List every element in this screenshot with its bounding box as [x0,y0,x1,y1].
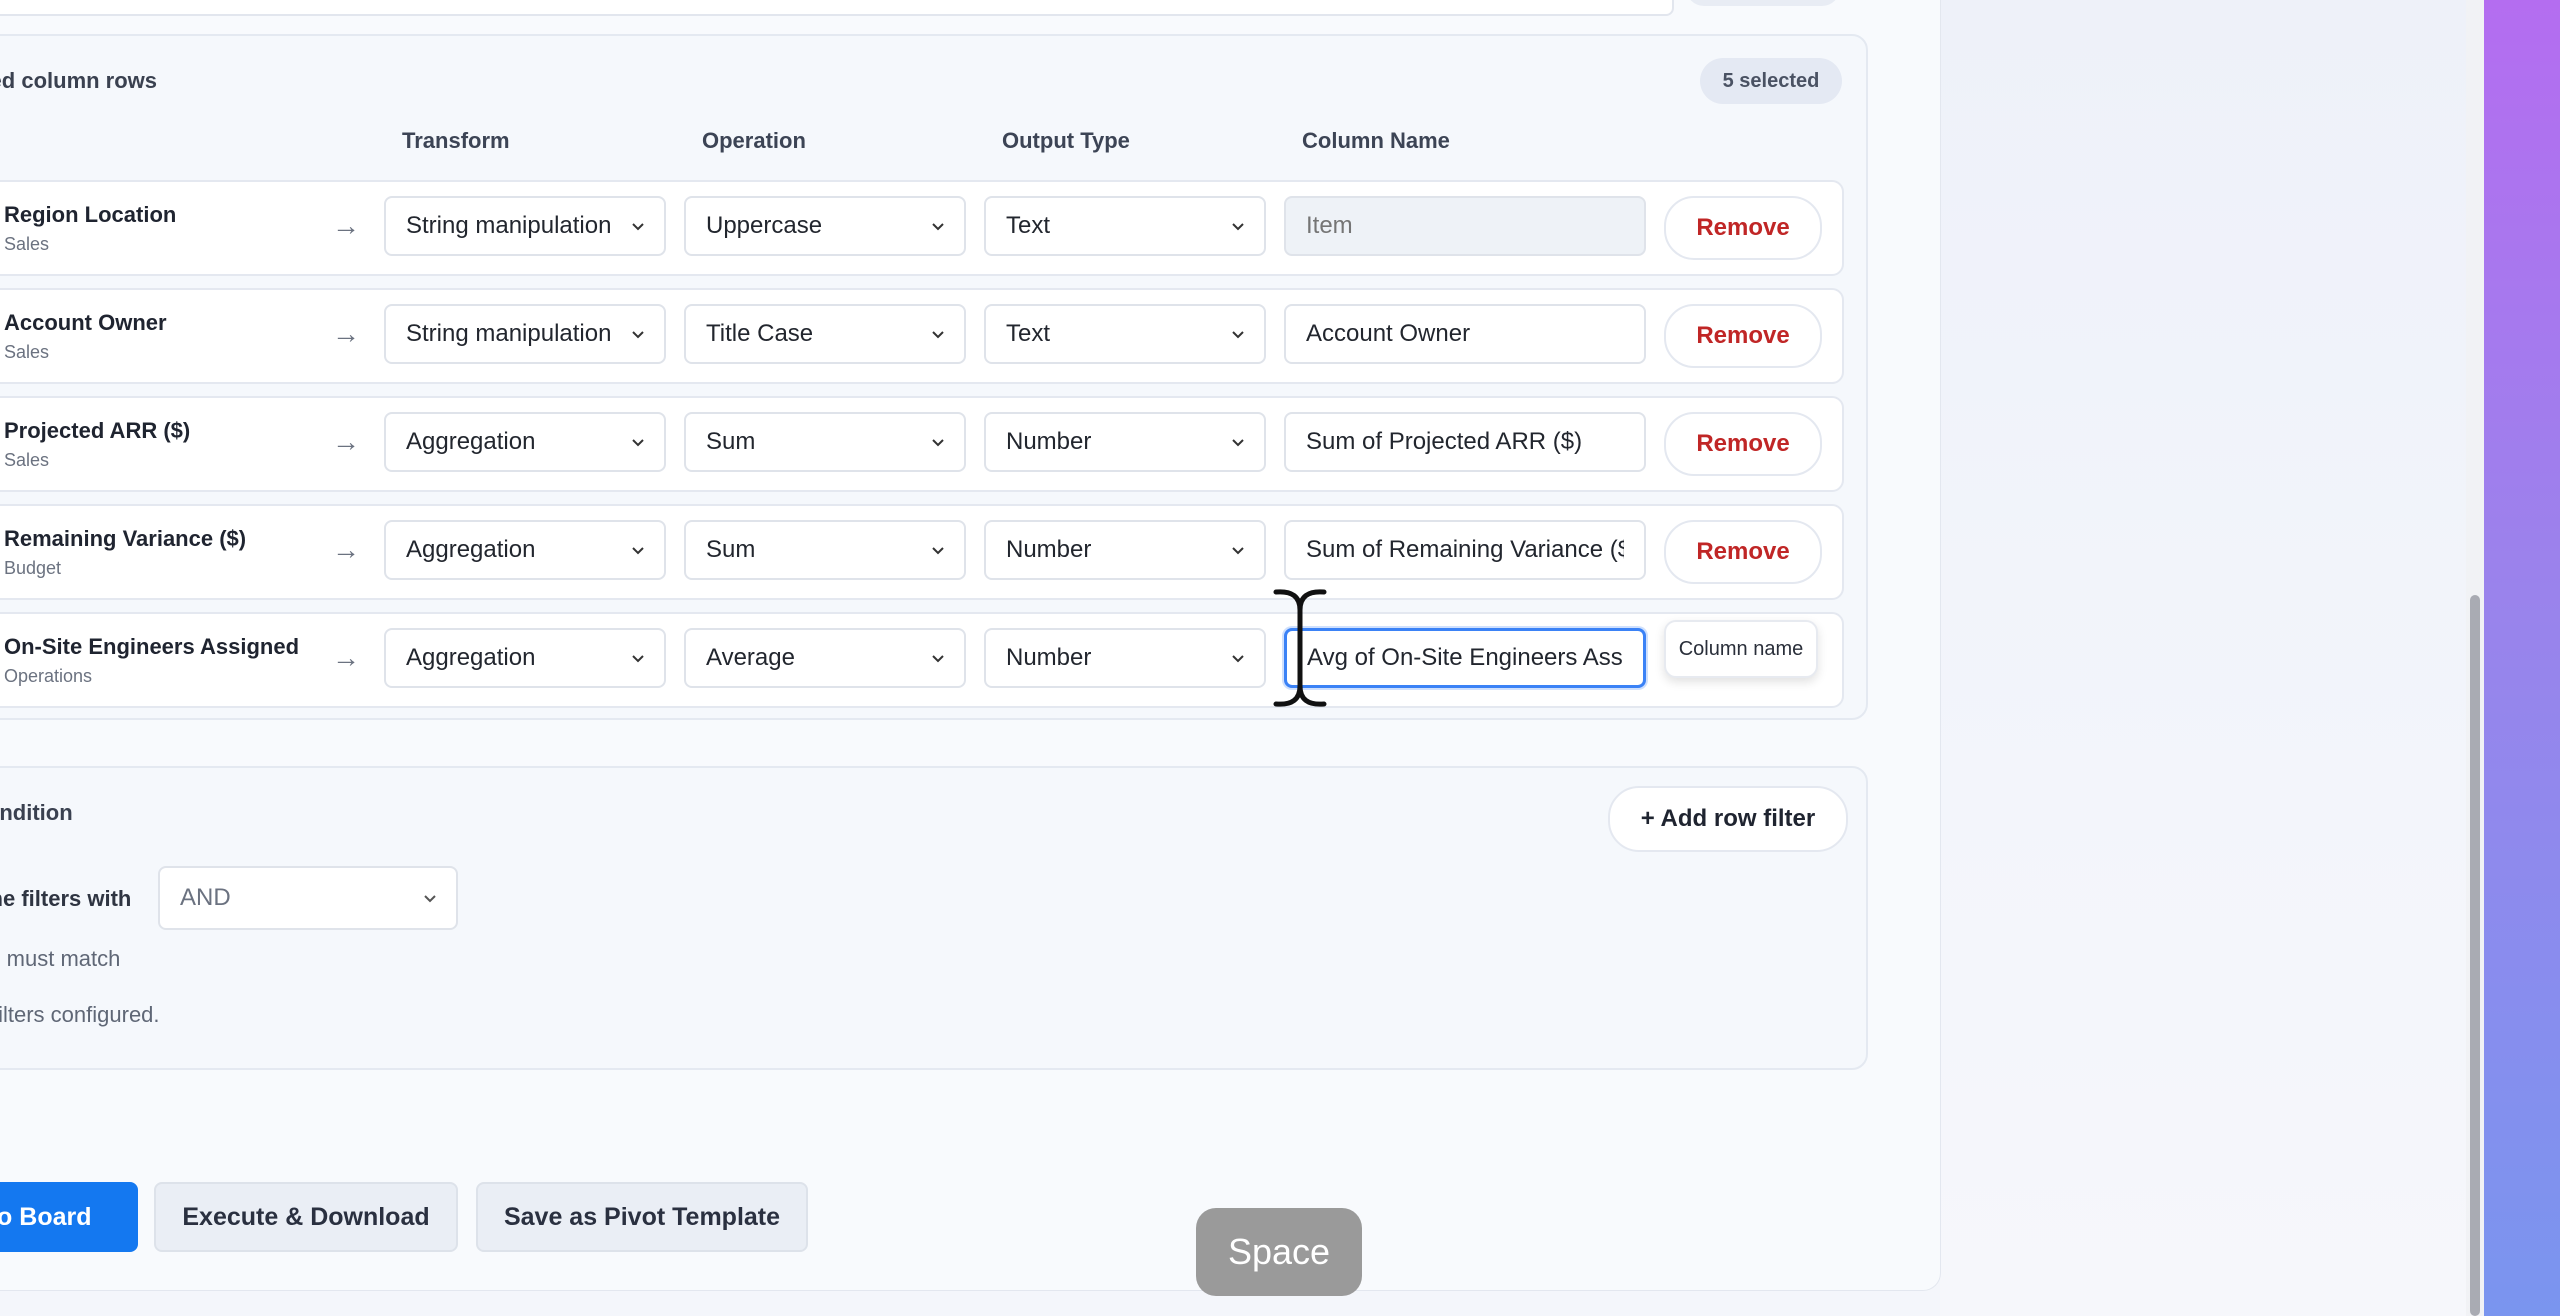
operation-select[interactable]: Sum [684,412,966,472]
chevron-down-icon [632,223,644,231]
combine-filters-label: oine filters with [0,886,132,911]
column-row-on-site-engineers: On-Site Engineers Assigned Operations → … [0,612,1844,708]
text-cursor-icon [1273,589,1327,707]
column-source: Sales [4,342,50,362]
output-type-select[interactable]: Text [984,304,1266,364]
remove-button[interactable]: Remove [1664,412,1822,476]
save-pivot-template-button[interactable]: Save as Pivot Template [476,1182,808,1252]
operation-select[interactable]: Uppercase [684,196,966,256]
add-to-board-button[interactable]: d to Board [0,1182,138,1252]
selected-count-badge: 5 selected [1700,58,1842,104]
arrow-icon: → [332,318,360,349]
column-name-input[interactable] [1284,412,1646,472]
column-name-input[interactable] [1284,304,1646,364]
column-name-input-focused[interactable] [1284,628,1646,688]
header-output-type: Output Type [1002,128,1130,153]
chevron-down-icon [632,655,644,663]
transform-select[interactable]: Aggregation [384,628,666,688]
arrow-icon: → [332,534,360,565]
chevron-down-icon [632,547,644,555]
remove-button[interactable]: Remove [1664,196,1822,260]
chevron-down-icon [632,439,644,447]
column-name-input[interactable] [1284,196,1646,256]
remove-button[interactable]: Remove [1664,520,1822,584]
chevron-down-icon [1232,331,1244,339]
scrollbar-thumb[interactable] [2470,595,2480,1316]
column-label: Projected ARR ($) [4,418,191,443]
chevron-down-icon [1232,547,1244,555]
columns-section-title: cted column rows [0,68,158,93]
execute-download-button[interactable]: Execute & Download [154,1182,458,1252]
filters-must-match-text: ers must match [0,946,121,971]
column-name-input[interactable] [1284,520,1646,580]
operation-select[interactable]: Title Case [684,304,966,364]
column-label: Account Owner [4,310,167,335]
chevron-down-icon [1232,439,1244,447]
chevron-down-icon [932,439,944,447]
arrow-icon: → [332,642,360,673]
column-source: Operations [4,666,93,686]
column-label: Remaining Variance ($) [4,526,247,551]
keypress-indicator: Space [1196,1208,1362,1296]
column-source: Budget [4,558,62,578]
output-type-select[interactable]: Number [984,520,1266,580]
column-row-projected-arr: Projected ARR ($) Sales → Aggregation Su… [0,396,1844,492]
column-row-account-owner: Account Owner Sales → String manipulatio… [0,288,1844,384]
header-operation: Operation [702,128,806,153]
arrow-icon: → [332,210,360,241]
transform-select[interactable]: Aggregation [384,412,666,472]
output-type-select[interactable]: Number [984,628,1266,688]
add-row-filter-button[interactable]: + Add row filter [1608,786,1848,852]
column-row-region-location: Region Location Sales → String manipulat… [0,180,1844,276]
column-label: On-Site Engineers Assigned [4,634,300,659]
column-row-remaining-variance: Remaining Variance ($) Budget → Aggregat… [0,504,1844,600]
chevron-down-icon [932,547,944,555]
transform-select[interactable]: String manipulation [384,196,666,256]
output-type-select[interactable]: Text [984,196,1266,256]
header-transform: Transform [402,128,510,153]
side-background [1940,0,2484,1316]
output-type-select[interactable]: Number [984,412,1266,472]
chevron-down-icon [932,223,944,231]
column-source: Sales [4,234,50,254]
arrow-icon: → [332,426,360,457]
chevron-down-icon [932,331,944,339]
main-panel: cted column rows 5 selected Transform Op… [0,0,1941,1291]
chevron-down-icon [1232,655,1244,663]
column-name-tooltip: Column name [1664,620,1818,678]
condition-section-title: Condition [0,800,73,825]
column-label: Region Location [4,202,177,227]
chevron-down-icon [1232,223,1244,231]
no-filters-text: w filters configured. [0,1002,160,1027]
combine-filters-select[interactable]: AND [158,866,458,930]
top-button[interactable] [1686,0,1840,6]
chevron-down-icon [424,895,436,903]
operation-select[interactable]: Average [684,628,966,688]
chevron-down-icon [932,655,944,663]
transform-select[interactable]: Aggregation [384,520,666,580]
gradient-strip [2484,0,2560,1316]
remove-button[interactable]: Remove [1664,304,1822,368]
transform-select[interactable]: String manipulation [384,304,666,364]
top-field[interactable] [0,0,1674,16]
header-column-name: Column Name [1302,128,1450,153]
operation-select[interactable]: Sum [684,520,966,580]
chevron-down-icon [632,331,644,339]
column-source: Sales [4,450,50,470]
